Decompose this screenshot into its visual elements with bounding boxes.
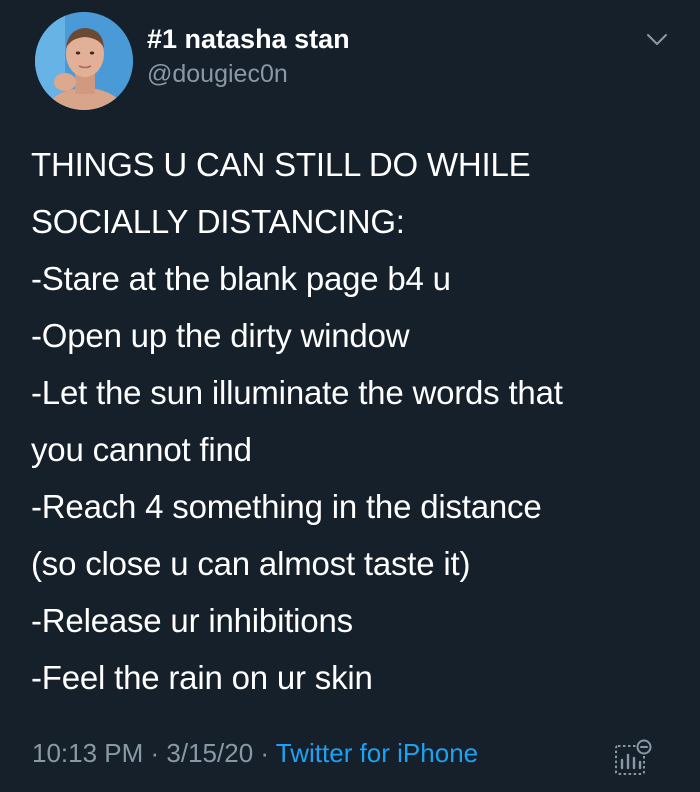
analytics-icon[interactable] <box>612 738 656 778</box>
tweet-line: SOCIALLY DISTANCING: <box>31 203 405 240</box>
tweet-text: THINGS U CAN STILL DO WHILE SOCIALLY DIS… <box>31 136 681 706</box>
avatar[interactable] <box>35 12 133 110</box>
tweet-line: -Let the sun illuminate the words that <box>31 374 563 411</box>
tweet-line: -Release ur inhibitions <box>31 602 353 639</box>
tweet-line: -Open up the dirty window <box>31 317 410 354</box>
tweet-source-link[interactable]: Twitter for iPhone <box>276 738 478 768</box>
display-name[interactable]: #1 natasha stan <box>147 24 350 55</box>
tweet-heading: THINGS U CAN STILL DO WHILE SOCIALLY DIS… <box>31 136 681 250</box>
tweet-time[interactable]: 10:13 PM <box>32 738 143 768</box>
tweet-meta: 10:13 PM · 3/15/20 · Twitter for iPhone <box>32 738 478 769</box>
user-handle[interactable]: @dougiec0n <box>147 60 288 89</box>
tweet-line: -Feel the rain on ur skin <box>31 659 373 696</box>
tweet-date[interactable]: 3/15/20 <box>166 738 253 768</box>
tweet-body: -Stare at the blank page b4 u -Open up t… <box>31 250 681 706</box>
tweet-line: you cannot find <box>31 431 252 468</box>
tweet-line: (so close u can almost taste it) <box>31 545 471 582</box>
meta-separator: · <box>143 738 167 768</box>
meta-separator: · <box>253 738 276 768</box>
avatar-image <box>35 12 133 110</box>
tweet-line: -Stare at the blank page b4 u <box>31 260 451 297</box>
chevron-down-icon[interactable] <box>645 30 669 50</box>
tweet-card: #1 natasha stan @dougiec0n THINGS U CAN … <box>0 0 700 792</box>
tweet-line: -Reach 4 something in the distance <box>31 488 542 525</box>
tweet-line: THINGS U CAN STILL DO WHILE <box>31 146 531 183</box>
